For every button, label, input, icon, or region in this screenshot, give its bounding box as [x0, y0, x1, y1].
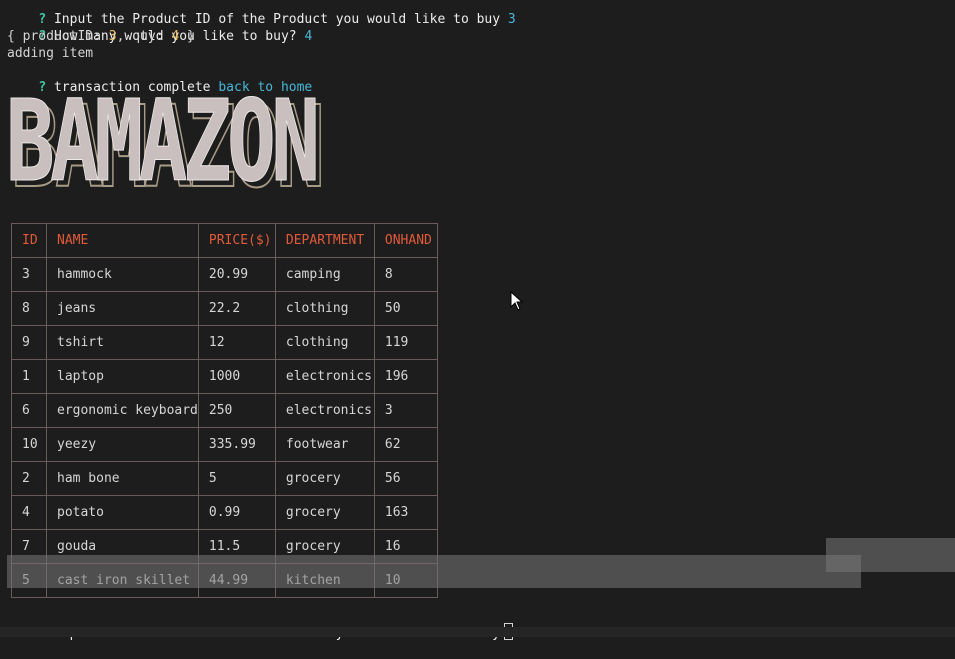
- cell-price: 20.99: [197, 257, 276, 292]
- cell-onhand: 50: [373, 291, 438, 326]
- cell-id: 6: [11, 393, 47, 428]
- product-id-value: 3: [108, 29, 117, 44]
- cell-price: 1000: [197, 359, 276, 394]
- cell-onhand: 119: [373, 325, 438, 360]
- header-id: ID: [11, 223, 47, 258]
- banner-text: BAMAZON: [6, 77, 321, 207]
- cell-onhand: 62: [373, 427, 438, 462]
- header-price: PRICE($): [197, 223, 276, 258]
- cell-onhand: 196: [373, 359, 438, 394]
- table-row: 6 ergonomic keyboard 250 electronics 3: [11, 393, 438, 428]
- prompt-line-quantity: ? How many would you like to buy? 4: [7, 11, 312, 44]
- object-mid: , qty:: [116, 29, 172, 44]
- product-table: ID NAME PRICE($) DEPARTMENT ONHAND 3 hamm…: [11, 223, 438, 598]
- header-department: DEPARTMENT: [274, 223, 375, 258]
- cell-name: ergonomic keyboard: [46, 393, 199, 428]
- cell-department: clothing: [274, 325, 375, 360]
- cell-id: 4: [11, 495, 47, 530]
- cell-price: 22.2: [197, 291, 276, 326]
- cell-price: 12: [197, 325, 276, 360]
- cell-department: footwear: [274, 427, 375, 462]
- cell-id: 8: [11, 291, 47, 326]
- cell-onhand: 56: [373, 461, 438, 496]
- cell-id: 2: [11, 461, 47, 496]
- object-close: }: [179, 29, 195, 44]
- cell-price: 335.99: [197, 427, 276, 462]
- selection-highlight: [826, 538, 955, 572]
- table-row: 1 laptop 1000 electronics 196: [11, 359, 438, 394]
- table-row: 4 potato 0.99 grocery 163: [11, 495, 438, 530]
- table-row: 9 tshirt 12 clothing 119: [11, 325, 438, 360]
- cell-name: laptop: [46, 359, 199, 394]
- cell-name: ham bone: [46, 461, 199, 496]
- final-prompt-line[interactable]: ? Input the Product ID of the Product yo…: [7, 606, 514, 641]
- prompt-answer: 4: [304, 29, 313, 44]
- cell-onhand: 3: [373, 393, 438, 428]
- mouse-pointer-icon: [510, 291, 524, 311]
- cell-department: electronics: [274, 393, 375, 428]
- prompt-line-product-id: ? Input the Product ID of the Product yo…: [7, 0, 515, 27]
- object-open: { productID:: [7, 29, 109, 44]
- cell-id: 1: [11, 359, 47, 394]
- cell-price: 250: [197, 393, 276, 428]
- cell-name: hammock: [46, 257, 199, 292]
- cell-name: tshirt: [46, 325, 199, 360]
- object-output-line: { productID: 3, qty: 4 }: [7, 28, 195, 45]
- prompt-answer: 3: [507, 12, 516, 27]
- header-onhand: ONHAND: [373, 223, 438, 258]
- adding-item-line: adding item: [7, 46, 94, 61]
- cell-price: 0.99: [197, 495, 276, 530]
- table-row: 10 yeezy 335.99 footwear 62: [11, 427, 438, 462]
- cell-onhand: 163: [373, 495, 438, 530]
- cell-name: potato: [46, 495, 199, 530]
- cell-department: grocery: [274, 461, 375, 496]
- cell-name: jeans: [46, 291, 199, 326]
- cell-id: 3: [11, 257, 47, 292]
- bottom-bar: [0, 627, 955, 637]
- cell-name: yeezy: [46, 427, 199, 462]
- cell-price: 5: [197, 461, 276, 496]
- table-row: 2 ham bone 5 grocery 56: [11, 461, 438, 496]
- cell-id: 10: [11, 427, 47, 462]
- selection-highlight: [7, 555, 861, 588]
- table-header-row: ID NAME PRICE($) DEPARTMENT ONHAND: [11, 223, 438, 258]
- cell-id: 9: [11, 325, 47, 360]
- cell-department: camping: [274, 257, 375, 292]
- cell-onhand: 8: [373, 257, 438, 292]
- cell-department: grocery: [274, 495, 375, 530]
- cell-department: clothing: [274, 291, 375, 326]
- table-row: 8 jeans 22.2 clothing 50: [11, 291, 438, 326]
- header-name: NAME: [46, 223, 199, 258]
- table-row: 3 hammock 20.99 camping 8: [11, 257, 438, 292]
- bamazon-banner: BAMAZON BAMAZON: [6, 77, 442, 207]
- cell-department: electronics: [274, 359, 375, 394]
